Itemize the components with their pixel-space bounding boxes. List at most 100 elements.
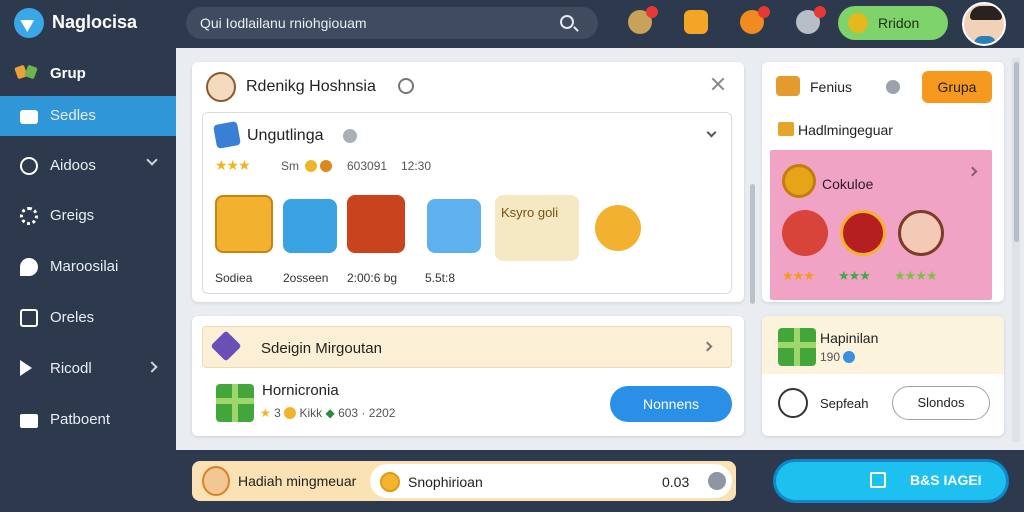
right-panel: Fenius Grupa Hadlmingeguar Cokuloe ★★★ ★… xyxy=(762,62,1004,302)
page-scrollbar-thumb[interactable] xyxy=(1014,62,1019,242)
top-bar: Naglocisa Rridon xyxy=(0,0,1024,48)
tile-label: Sodiea xyxy=(215,271,253,285)
magnifier-icon[interactable] xyxy=(283,199,337,253)
gift-icon xyxy=(778,328,816,366)
avatar[interactable] xyxy=(962,2,1006,46)
right-second-title: Hapinilan xyxy=(820,330,879,346)
clover-icon xyxy=(848,13,868,33)
app-title: Naglocisa xyxy=(52,12,138,32)
right-panel-title: Fenius xyxy=(810,79,853,95)
rating-stars: ★★★ xyxy=(782,268,815,283)
search-input[interactable] xyxy=(200,15,550,31)
close-icon[interactable] xyxy=(708,472,726,490)
item-title: Ungutlinga xyxy=(247,127,324,144)
notification-badge xyxy=(814,6,826,18)
chest-icon xyxy=(776,76,800,96)
chevron-right-icon[interactable] xyxy=(967,166,978,177)
sidebar-item-greigs[interactable]: Greigs xyxy=(0,196,176,236)
primary-button[interactable]: Nonnens xyxy=(610,386,732,422)
second-panel: Sdeigin Mirgoutan Hornicronia ★ 3 Kikk ◆… xyxy=(192,316,744,436)
item-meta: ★ 3 Kikk ◆ 603 · 2202 xyxy=(260,406,396,420)
sidebar-item-ricodl[interactable]: Ricodl xyxy=(0,349,176,389)
spin-label: Sepfeah xyxy=(820,396,869,411)
item-title: Hornicronia xyxy=(262,382,339,399)
sidebar-item-label: Aidoos xyxy=(50,157,96,174)
outline-button[interactable]: Slondos xyxy=(892,386,990,420)
rating-stars: ★★★ xyxy=(215,157,251,173)
chevron-down-icon[interactable] xyxy=(706,127,717,138)
character-icon xyxy=(202,466,230,496)
coin-icon[interactable] xyxy=(628,6,658,34)
chat-icon xyxy=(20,258,38,276)
sidebar-heading[interactable]: Grup xyxy=(0,58,176,88)
info-icon[interactable] xyxy=(886,80,900,94)
gold-wallet-icon[interactable] xyxy=(215,195,273,253)
coin-icon xyxy=(305,159,333,173)
scrollbar-thumb[interactable] xyxy=(750,184,755,304)
gift-box-icon[interactable] xyxy=(427,199,481,253)
clip-icon[interactable] xyxy=(796,6,826,34)
balance-label: Snophirioan xyxy=(408,474,483,490)
pin-icon xyxy=(20,360,32,376)
info-icon[interactable] xyxy=(398,78,414,94)
gift-icon[interactable] xyxy=(740,6,770,34)
section-bar[interactable]: Sdeigin Mirgoutan xyxy=(202,326,732,368)
sidebar-item-label: Ricodl xyxy=(50,360,92,377)
meta-value: 603 xyxy=(338,406,359,420)
gear-icon xyxy=(20,207,38,225)
medal-icon[interactable] xyxy=(840,210,886,256)
item-card[interactable]: Ungutlinga ★★★ Sm 603091 12:30 Ksyro gol… xyxy=(202,112,732,294)
search-icon[interactable] xyxy=(560,15,574,29)
bag-icon xyxy=(20,414,38,428)
bottom-cta-label: B&S IAGEI xyxy=(910,472,982,488)
gift-icon xyxy=(870,472,886,488)
coin-icon xyxy=(380,472,400,492)
circle-v-icon xyxy=(20,157,38,175)
sidebar-item-label: Greigs xyxy=(50,207,95,224)
sidebar-item-label: Sedles xyxy=(50,107,96,124)
character-icon xyxy=(206,72,236,102)
meta-value: 190 xyxy=(820,350,841,364)
group-icon xyxy=(16,64,38,82)
right-panel-subtitle: Hadlmingeguar xyxy=(798,122,893,138)
balance-value: 0.03 xyxy=(662,474,690,490)
sidebar-item-aidoos[interactable]: Aidoos xyxy=(0,146,176,186)
meta-text: 603091 xyxy=(347,159,388,173)
gold-coins-icon[interactable] xyxy=(595,205,641,251)
reward-strip-label: Hadiah mingmeuar xyxy=(238,473,357,489)
main-panel: Rdenikg Hoshnsia Ungutlinga ★★★ Sm 60309… xyxy=(192,62,744,302)
sidebar-item-label: Maroosilai xyxy=(50,258,119,275)
character-icon[interactable] xyxy=(898,210,944,256)
search-box[interactable] xyxy=(186,7,598,39)
chevron-right-icon[interactable] xyxy=(702,341,713,352)
briefcase-icon xyxy=(20,110,38,124)
gem-icon xyxy=(210,330,242,362)
chevron-down-icon[interactable] xyxy=(146,154,158,166)
sidebar-item-oreles[interactable]: Oreles xyxy=(0,298,176,338)
sidebar-item-sedles[interactable]: Sedles xyxy=(0,96,176,136)
sidebar-item-maroosilai[interactable]: Maroosilai xyxy=(0,247,176,287)
treasure-icon[interactable] xyxy=(347,195,405,253)
meta-value: 3 xyxy=(274,406,281,420)
gold-coins-tile[interactable]: Ksyro goli xyxy=(495,195,579,261)
close-icon[interactable] xyxy=(710,76,726,92)
reward-title: Cokuloe xyxy=(822,176,874,192)
reward-card[interactable]: Cokuloe ★★★ ★★★ ★★★★ xyxy=(770,150,992,300)
sidebar-heading-label: Grup xyxy=(50,65,86,82)
cube-icon xyxy=(213,121,241,149)
badge-icon xyxy=(343,129,357,143)
rating-stars: ★★★ xyxy=(838,268,871,283)
lipstick-icon[interactable] xyxy=(782,210,828,256)
gift-icon xyxy=(216,384,254,422)
chevron-right-icon[interactable] xyxy=(146,361,158,373)
tile-label: 5.5t:8 xyxy=(425,271,456,285)
logo-icon[interactable] xyxy=(14,8,44,38)
wallet-icon[interactable] xyxy=(684,10,708,34)
notification-badge xyxy=(758,6,770,18)
group-button[interactable]: Grupa xyxy=(922,71,992,103)
top-cta-button[interactable]: Rridon xyxy=(838,6,948,40)
sidebar-item-patboent[interactable]: Patboent xyxy=(0,400,176,440)
rating-stars: ★★★★ xyxy=(894,268,938,283)
meta-time: 12:30 xyxy=(401,159,432,173)
sidebar-item-label: Oreles xyxy=(50,309,95,326)
